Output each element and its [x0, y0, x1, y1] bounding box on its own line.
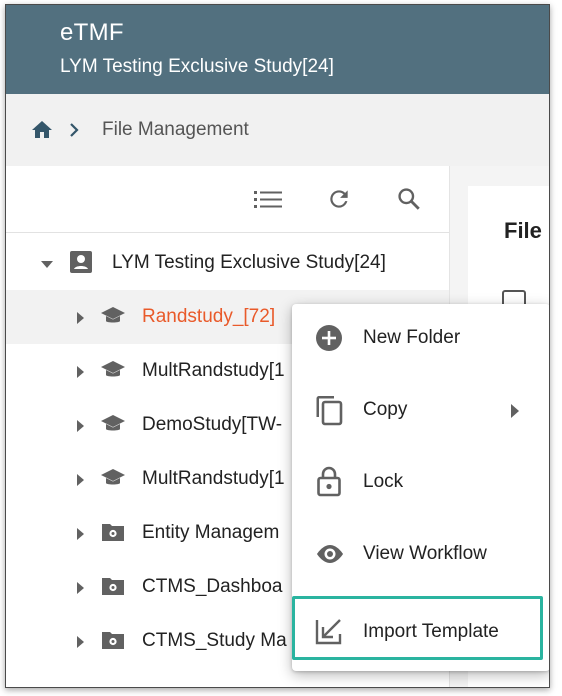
- gear-folder-icon: [101, 521, 125, 545]
- tree-item-label: MultRandstudy[1: [142, 468, 285, 489]
- eye-icon: [314, 540, 344, 570]
- tree-root[interactable]: LYM Testing Exclusive Study[24]: [6, 236, 449, 290]
- caret-right-icon[interactable]: [74, 473, 86, 486]
- tree-root-label: LYM Testing Exclusive Study[24]: [112, 252, 386, 273]
- app-window: eTMF LYM Testing Exclusive Study[24] Fil…: [5, 4, 550, 688]
- graduation-cap-icon: [100, 304, 125, 328]
- home-icon[interactable]: [30, 118, 54, 142]
- caret-down-icon[interactable]: [41, 257, 53, 269]
- graduation-cap-icon: [100, 412, 125, 436]
- list-icon[interactable]: [253, 184, 283, 214]
- chevron-right-icon: [66, 122, 82, 138]
- highlight-import-template: [292, 596, 543, 660]
- tree-item-label: Entity Managem: [142, 522, 280, 543]
- menu-item-lock[interactable]: Lock: [292, 448, 549, 516]
- menu-item-label: Lock: [363, 471, 404, 492]
- add-circle-icon: [314, 323, 344, 353]
- copy-icon: [314, 394, 344, 426]
- menu-item-label: New Folder: [363, 327, 461, 348]
- caret-right-icon[interactable]: [74, 527, 86, 540]
- graduation-cap-icon: [100, 358, 125, 382]
- menu-item-label: Copy: [363, 399, 408, 420]
- study-name: LYM Testing Exclusive Study[24]: [60, 56, 334, 77]
- gear-folder-icon: [101, 575, 125, 599]
- tree-item-label: Randstudy_[72]: [142, 306, 276, 327]
- app-title: eTMF: [60, 19, 124, 46]
- tree-item-label: MultRandstudy[1: [142, 360, 285, 381]
- menu-item-new-folder[interactable]: New Folder: [292, 304, 549, 372]
- breadcrumb: File Management: [6, 94, 549, 166]
- tree-item-label: CTMS_Study Ma: [142, 630, 287, 651]
- tree-item-label: CTMS_Dashboa: [142, 576, 283, 597]
- caret-right-icon[interactable]: [74, 581, 86, 594]
- graduation-cap-icon: [100, 466, 125, 490]
- refresh-icon[interactable]: [324, 184, 354, 214]
- app-header: eTMF LYM Testing Exclusive Study[24]: [6, 5, 549, 94]
- file-list-heading: File: [504, 218, 542, 243]
- submenu-arrow-icon: [510, 404, 520, 418]
- menu-item-copy[interactable]: Copy: [292, 376, 549, 444]
- lock-icon: [314, 465, 344, 497]
- caret-right-icon[interactable]: [74, 311, 86, 324]
- menu-item-view-workflow[interactable]: View Workflow: [292, 520, 549, 588]
- menu-item-label: View Workflow: [363, 543, 487, 564]
- tree-toolbar: [6, 166, 449, 233]
- breadcrumb-current[interactable]: File Management: [102, 119, 249, 141]
- gear-folder-icon: [101, 629, 125, 653]
- caret-right-icon[interactable]: [74, 419, 86, 432]
- search-icon[interactable]: [394, 184, 424, 214]
- tree-item-label: DemoStudy[TW-: [142, 414, 283, 435]
- caret-right-icon[interactable]: [74, 365, 86, 378]
- caret-right-icon[interactable]: [74, 635, 86, 648]
- study-badge-icon: [69, 250, 93, 274]
